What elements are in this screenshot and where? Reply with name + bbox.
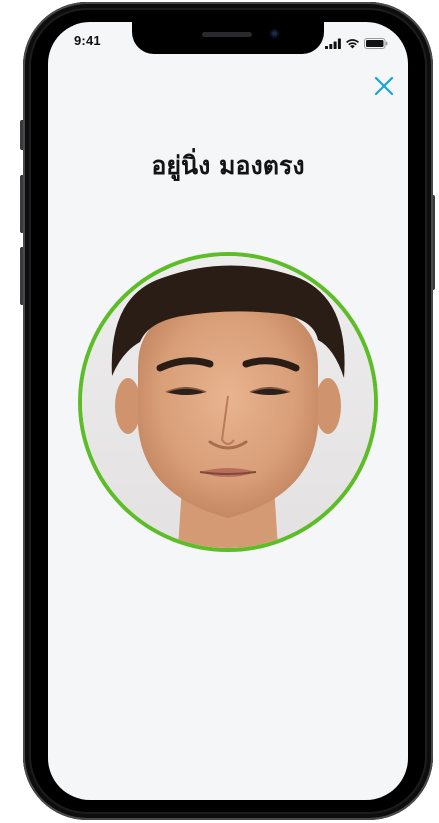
cellular-signal-icon [325,34,341,53]
device-mockup: 9:41 อยู่นิ่ง มองตรง [0,0,439,823]
status-icons [325,34,388,53]
close-button[interactable] [372,74,396,98]
face-capture-frame [78,252,378,552]
status-time: 9:41 [74,33,101,48]
front-camera-icon [270,29,279,38]
battery-icon [364,34,388,53]
face-photo [82,256,374,548]
home-indicator [166,784,290,788]
earpiece-speaker [202,32,252,37]
close-icon [374,76,394,96]
wifi-icon [345,34,360,53]
instruction-title: อยู่นิ่ง มองตรง [151,151,305,180]
app-screen: 9:41 อยู่นิ่ง มองตรง [48,22,408,800]
notch [132,22,324,54]
